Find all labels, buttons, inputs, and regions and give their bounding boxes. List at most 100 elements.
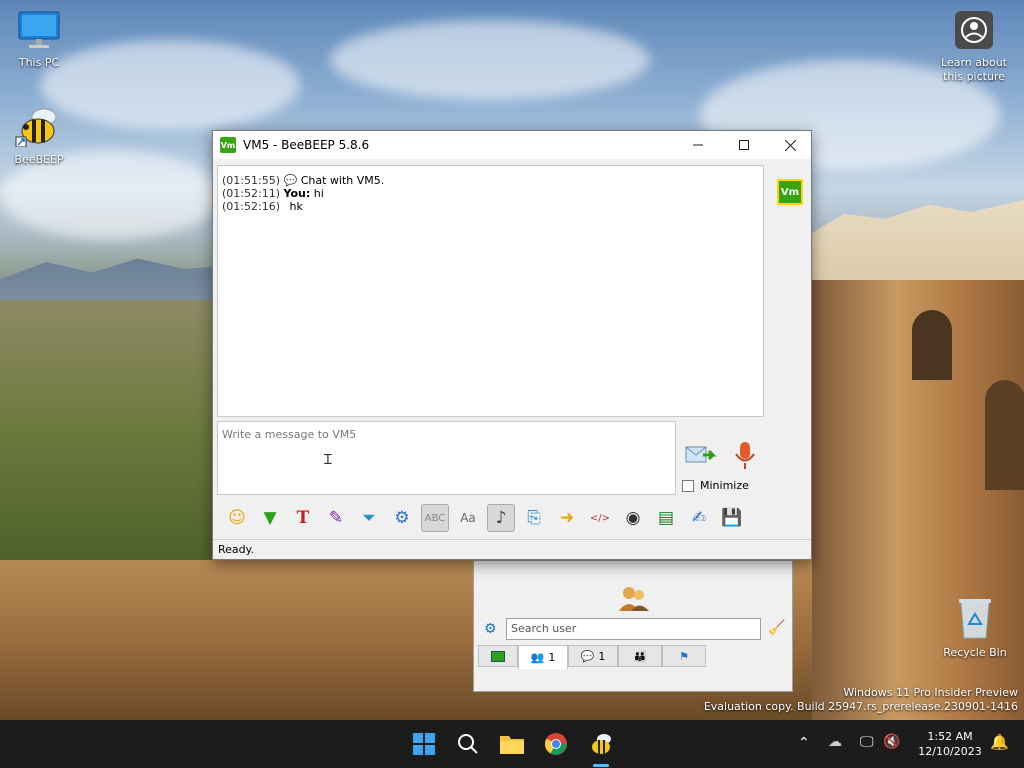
onedrive-icon[interactable]: ☁ — [828, 734, 842, 750]
clock-time: 1:52 AM — [927, 730, 973, 743]
desktop-icon-recycle-bin[interactable]: Recycle Bin — [937, 596, 1013, 660]
tab-count: 1 — [548, 651, 556, 664]
tab-chats[interactable]: 💬 1 — [568, 645, 618, 667]
volume-muted-icon[interactable]: 🔇 — [883, 734, 900, 750]
chats-icon: 💬 — [580, 649, 595, 663]
send-message-icon[interactable] — [685, 443, 717, 467]
close-button[interactable] — [767, 131, 813, 159]
groups-icon: 👪 — [633, 649, 647, 663]
beebeep-user-panel: ⚙ Search user 🧹 👥 1 💬 1 👪 ⚑ — [473, 560, 793, 692]
monitor-icon — [18, 11, 60, 48]
start-button[interactable] — [410, 730, 438, 758]
desktop-icon-this-pc[interactable]: This PC — [1, 10, 77, 70]
clock-date: 12/10/2023 — [918, 745, 982, 758]
notes-icon[interactable]: ✍ — [685, 504, 713, 532]
message-time: (01:51:55) — [222, 174, 280, 187]
cloud — [40, 40, 300, 130]
filter-icon[interactable]: ⏷ — [355, 504, 383, 532]
chat-toolbar: ☺ ▼ T ✎ ⏷ ⚙ ABC Aa ♪ ⎘ ➜ </> ◉ ▤ ✍ 💾 — [217, 501, 807, 535]
bridge-arch — [912, 310, 952, 380]
minimize-button[interactable] — [675, 131, 721, 159]
save-icon[interactable]: 💾 — [718, 504, 746, 532]
network-icon[interactable]: 🖵 — [860, 734, 874, 750]
send-file-icon[interactable]: ➜ — [553, 504, 581, 532]
tab-chat[interactable] — [478, 645, 518, 667]
message-sender: You: — [283, 187, 311, 200]
taskbar: ⌃ ☁ 🖵 🔇 1:52 AM 12/10/2023 🔔 — [0, 720, 1024, 768]
status-bar: Ready. — [213, 539, 811, 559]
minimize-icon — [693, 144, 703, 146]
member-pane: Vm — [769, 161, 811, 501]
camera-info-icon — [955, 11, 993, 49]
watermark-line: Evaluation copy. Build 25947.rs_prerelea… — [703, 700, 1018, 713]
title-bar[interactable]: Vm VM5 - BeeBEEP 5.8.6 — [213, 131, 811, 159]
desktop-icon-label: Recycle Bin — [943, 646, 1007, 659]
color-picker-icon[interactable]: ✎ — [322, 504, 350, 532]
chrome-button[interactable] — [542, 730, 570, 758]
html-icon[interactable]: </> — [586, 504, 614, 532]
maximize-icon — [739, 140, 749, 150]
avatar[interactable]: Vm — [777, 179, 803, 205]
active-indicator — [593, 764, 609, 767]
desktop-icon-learn-about-picture[interactable]: Learn about this picture — [936, 10, 1012, 84]
chat-green-icon — [491, 650, 505, 662]
town — [812, 199, 1024, 290]
smiley-icon[interactable]: ☺ — [223, 504, 251, 532]
windows-logo-icon — [413, 733, 435, 755]
chat-message: (01:52:11) You: hi — [222, 187, 759, 200]
screenshot-icon[interactable]: ◉ — [619, 504, 647, 532]
cloud — [330, 20, 650, 100]
maximize-button[interactable] — [721, 131, 767, 159]
desktop-icon-label: BeeBEEP — [14, 153, 64, 166]
message-text: Chat with VM5. — [300, 174, 385, 187]
desktop-icon-beebeep[interactable]: BeeBEEP — [1, 107, 77, 167]
tab-groups[interactable]: 👪 — [618, 645, 662, 667]
recycle-bin-icon — [959, 599, 991, 639]
terminal-icon[interactable]: ▤ — [652, 504, 680, 532]
file-explorer-button[interactable] — [498, 730, 526, 758]
settings-icon[interactable]: ⚙ — [388, 504, 416, 532]
chevron-up-icon[interactable]: ⌃ — [798, 735, 810, 751]
users-icon: 👥 — [530, 651, 545, 664]
text-cursor-icon: Ɪ — [324, 452, 332, 468]
checkbox[interactable] — [682, 479, 694, 492]
clear-search-icon[interactable]: 🧹 — [768, 620, 785, 636]
app-icon: Vm — [220, 137, 236, 153]
search-button[interactable] — [454, 730, 482, 758]
spellcheck-icon[interactable]: ABC — [421, 504, 449, 532]
settings-gear-icon[interactable]: ⚙ — [484, 621, 497, 637]
text-format-icon[interactable]: T — [289, 504, 317, 532]
save-chat-icon[interactable]: ⎘ — [520, 504, 548, 532]
tab-network[interactable]: ⚑ — [662, 645, 706, 667]
beebeep-taskbar-button[interactable] — [587, 730, 615, 767]
bee-icon — [15, 108, 57, 148]
tab-users[interactable]: 👥 1 — [518, 645, 568, 669]
bee-icon — [592, 734, 611, 754]
message-text: hk — [289, 200, 303, 213]
search-user-input[interactable]: Search user — [506, 618, 761, 640]
bridge-arch — [985, 380, 1024, 490]
chat-bubble-icon: 💬 — [283, 174, 298, 187]
minimize-checkbox[interactable]: Minimize — [682, 479, 749, 492]
green-arrow-icon[interactable]: ▼ — [256, 504, 284, 532]
music-note-icon[interactable]: ♪ — [487, 504, 515, 532]
folder-icon — [500, 736, 524, 754]
tab-count: 1 — [598, 649, 606, 663]
message-input[interactable]: Write a message to VM5 — [217, 421, 676, 495]
message-time: (01:52:16) — [222, 200, 280, 213]
font-icon[interactable]: Aa — [454, 504, 482, 532]
close-icon — [784, 139, 796, 151]
clock[interactable]: 1:52 AM 12/10/2023 — [912, 729, 988, 759]
desktop-icon-label: This PC — [18, 56, 60, 69]
search-icon — [458, 734, 478, 754]
chat-history[interactable]: (01:51:55) 💬 Chat with VM5. (01:52:11) Y… — [217, 165, 764, 417]
chat-window: Vm VM5 - BeeBEEP 5.8.6 (01:51:55) 💬 Chat… — [212, 130, 812, 560]
chrome-icon — [545, 733, 567, 755]
desktop-icon-label: Learn about this picture — [941, 56, 1007, 83]
message-time: (01:52:11) — [222, 187, 280, 200]
chat-message: (01:51:55) 💬 Chat with VM5. — [222, 174, 759, 187]
notifications-icon[interactable]: 🔔 — [990, 733, 1009, 751]
minimize-label: Minimize — [700, 479, 749, 492]
message-text: hi — [313, 187, 324, 200]
microphone-icon[interactable] — [733, 441, 757, 471]
